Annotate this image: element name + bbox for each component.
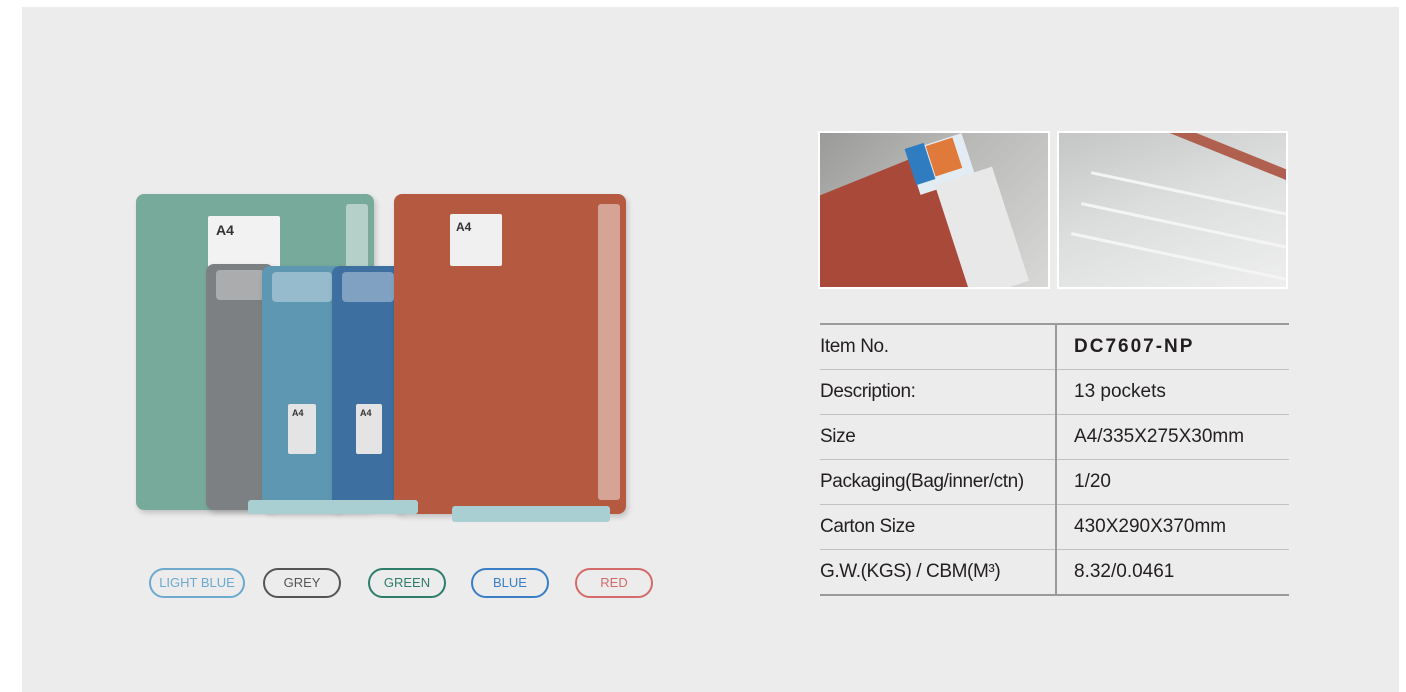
detail-photo-zipper	[1057, 131, 1288, 289]
description-label: Description:	[820, 369, 1056, 415]
detail-photo-pockets	[818, 131, 1050, 289]
color-chip-blue[interactable]: BLUE	[471, 568, 549, 598]
spec-table: Item No. DC7607-NP Description: 13 pocke…	[820, 323, 1289, 596]
table-row: Carton Size 430X290X370mm	[820, 504, 1289, 550]
table-row: Description: 13 pockets	[820, 369, 1289, 415]
size-label: Size	[820, 414, 1056, 460]
gw-cbm-value: 8.32/0.0461	[1055, 549, 1289, 595]
display-stand	[248, 500, 418, 514]
gw-cbm-label: G.W.(KGS) / CBM(M³)	[820, 561, 1001, 582]
size-value: A4/335X275X30mm	[1055, 414, 1289, 460]
display-stand	[452, 506, 610, 522]
item-no-value: DC7607-NP	[1055, 324, 1289, 370]
light-blue-file: A4	[262, 266, 342, 512]
description-value: 13 pockets	[1055, 369, 1289, 415]
table-row: Item No. DC7607-NP	[820, 324, 1289, 370]
table-row: Packaging(Bag/inner/ctn) 1/20	[820, 459, 1289, 505]
color-chip-red[interactable]: RED	[575, 568, 653, 598]
product-image: A4 A4 A4 A4	[130, 190, 630, 530]
file-label: A4	[356, 404, 382, 454]
carton-size-label: Carton Size	[820, 504, 1056, 550]
color-chip-grey[interactable]: GREY	[263, 568, 341, 598]
color-chip-green[interactable]: GREEN	[368, 568, 446, 598]
file-label: A4	[288, 404, 316, 454]
color-chip-light-blue[interactable]: LIGHT BLUE	[149, 568, 245, 598]
carton-size-value: 430X290X370mm	[1055, 504, 1289, 550]
table-row: G.W.(KGS) / CBM(M³) 8.32/0.0461	[820, 549, 1289, 595]
packaging-label: Packaging(Bag/inner/ctn)	[820, 459, 1056, 505]
packaging-value: 1/20	[1055, 459, 1289, 505]
red-file: A4	[394, 194, 626, 514]
file-label: A4	[450, 214, 502, 266]
table-row: Size A4/335X275X30mm	[820, 414, 1289, 460]
item-no-label: Item No.	[820, 324, 1056, 370]
